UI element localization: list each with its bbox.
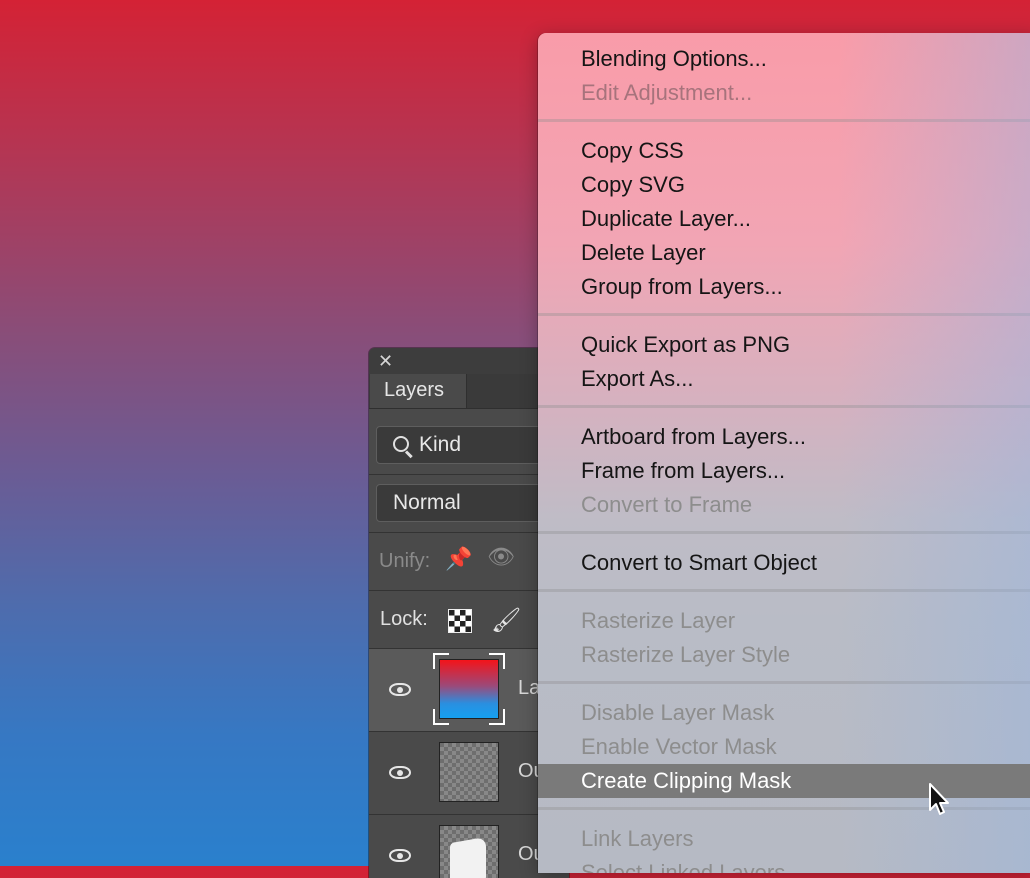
menu-item-create-clipping-mask[interactable]: Create Clipping Mask <box>538 764 1030 798</box>
lock-transparent-pixels-icon[interactable] <box>448 609 472 633</box>
menu-item-rasterize-layer-style: Rasterize Layer Style <box>581 642 791 667</box>
layer-thumbnail <box>439 825 499 878</box>
visibility-eye-icon[interactable] <box>389 766 411 779</box>
menu-item-enable-vector-mask: Enable Vector Mask <box>581 734 777 759</box>
menu-item-link-layers: Link Layers <box>581 826 694 851</box>
menu-item-artboard-from-layers[interactable]: Artboard from Layers... <box>538 420 1030 454</box>
unify-position-icon[interactable]: 📌 <box>445 546 472 572</box>
layer-thumbnail <box>439 659 499 719</box>
visibility-eye-icon[interactable] <box>389 683 411 696</box>
mouse-pointer-icon <box>929 783 949 815</box>
menu-separator <box>538 807 1030 810</box>
layer-name: La <box>518 677 541 699</box>
menu-item-select-linked-layers: Select Linked Layers <box>581 860 786 873</box>
shape-preview <box>450 836 486 878</box>
menu-separator <box>538 119 1030 122</box>
blend-mode-label: Normal <box>393 491 461 514</box>
menu-item-group-from-layers[interactable]: Group from Layers... <box>538 270 1030 304</box>
menu-item-blending-options[interactable]: Blending Options... <box>538 42 1030 76</box>
unify-label: Unify: <box>379 550 431 572</box>
menu-item-quick-export-png[interactable]: Quick Export as PNG <box>538 328 1030 362</box>
filter-kind-label: Kind <box>419 433 462 456</box>
menu-item-frame-from-layers[interactable]: Frame from Layers... <box>538 454 1030 488</box>
unify-visibility-icon[interactable]: 👁 <box>487 544 515 570</box>
menu-item-copy-css[interactable]: Copy CSS <box>538 134 1030 168</box>
menu-item-rasterize-layer: Rasterize Layer <box>581 608 736 633</box>
menu-item-convert-to-smart-object[interactable]: Convert to Smart Object <box>538 546 1030 580</box>
close-icon[interactable]: ✕ <box>378 351 393 371</box>
tab-layers[interactable]: Layers <box>370 374 467 408</box>
visibility-eye-icon[interactable] <box>389 849 411 862</box>
lock-label: Lock: <box>380 608 428 630</box>
menu-item-convert-to-frame: Convert to Frame <box>581 492 753 517</box>
menu-item-duplicate-layer[interactable]: Duplicate Layer... <box>538 202 1030 236</box>
menu-separator <box>538 531 1030 534</box>
menu-separator <box>538 589 1030 592</box>
menu-separator <box>538 405 1030 408</box>
lock-image-pixels-brush-icon[interactable]: 🖌 <box>491 606 521 635</box>
menu-separator <box>538 313 1030 316</box>
menu-item-disable-layer-mask: Disable Layer Mask <box>581 700 775 725</box>
menu-item-copy-svg[interactable]: Copy SVG <box>538 168 1030 202</box>
menu-item-delete-layer[interactable]: Delete Layer <box>538 236 1030 270</box>
layer-context-menu: Blending Options... Edit Adjustment... C… <box>538 33 1030 873</box>
menu-separator <box>538 681 1030 684</box>
menu-item-export-as[interactable]: Export As... <box>538 362 1030 396</box>
search-icon <box>393 436 409 452</box>
layer-thumbnail <box>439 742 499 802</box>
menu-item-edit-adjustment: Edit Adjustment... <box>581 80 753 105</box>
